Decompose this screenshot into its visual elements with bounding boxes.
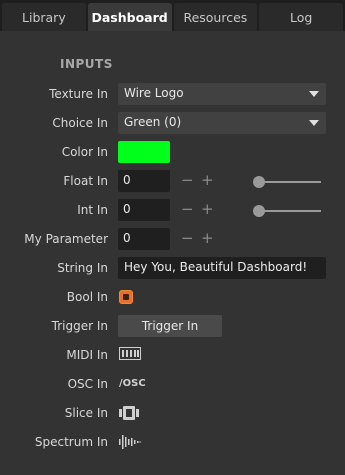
float-input[interactable]: 0 (118, 170, 170, 192)
midi-row: MIDI In (0, 344, 345, 368)
osc-label: OSC In (67, 377, 108, 391)
string-input[interactable]: Hey You, Beautiful Dashboard! (118, 257, 326, 279)
color-label: Color In (61, 145, 108, 159)
int-row: Int In 0 − + (0, 199, 345, 223)
trigger-label: Trigger In (51, 319, 108, 333)
midi-label: MIDI In (66, 348, 108, 362)
color-swatch[interactable] (118, 141, 170, 163)
choice-row: Choice In Green (0) (0, 112, 345, 136)
texture-select[interactable]: Wire Logo (118, 83, 326, 105)
my-parameter-input[interactable]: 0 (118, 228, 170, 250)
tab-resources[interactable]: Resources (173, 3, 258, 31)
bool-row: Bool In (0, 286, 345, 310)
section-title: INPUTS (60, 57, 113, 71)
string-label: String In (57, 261, 108, 275)
string-row: String In Hey You, Beautiful Dashboard! (0, 257, 345, 281)
chevron-down-icon (309, 91, 319, 97)
bool-label: Bool In (66, 290, 108, 304)
choice-select[interactable]: Green (0) (118, 112, 326, 134)
int-slider-track[interactable] (259, 210, 321, 212)
float-decrement-button[interactable]: − (181, 172, 194, 188)
slice-row: Slice In (0, 402, 345, 426)
osc-icon: /OSC (119, 378, 146, 389)
trigger-button[interactable]: Trigger In (118, 315, 222, 337)
float-label: Float In (63, 174, 108, 188)
my-parameter-decrement-button[interactable]: − (181, 230, 194, 246)
spectrum-label: Spectrum In (34, 435, 108, 449)
texture-value: Wire Logo (124, 86, 184, 100)
tab-dashboard[interactable]: Dashboard (87, 3, 172, 31)
texture-row: Texture In Wire Logo (0, 83, 345, 107)
float-slider-handle[interactable] (253, 176, 265, 188)
slice-label: Slice In (64, 406, 108, 420)
my-parameter-label: My Parameter (24, 232, 108, 246)
chevron-down-icon (309, 120, 319, 126)
spectrum-row: Spectrum In (0, 431, 345, 455)
int-input[interactable]: 0 (118, 199, 170, 221)
tab-log[interactable]: Log (259, 3, 343, 31)
choice-value: Green (0) (124, 115, 182, 129)
int-increment-button[interactable]: + (201, 201, 214, 217)
int-label: Int In (77, 203, 108, 217)
texture-label: Texture In (49, 87, 108, 101)
int-decrement-button[interactable]: − (181, 201, 194, 217)
my-parameter-row: My Parameter 0 − + (0, 228, 345, 252)
slice-icon (119, 406, 139, 420)
my-parameter-increment-button[interactable]: + (201, 230, 214, 246)
float-increment-button[interactable]: + (201, 172, 214, 188)
bool-toggle[interactable] (119, 290, 133, 304)
float-row: Float In 0 − + (0, 170, 345, 194)
dashboard-panel: INPUTS Texture In Wire Logo Choice In Gr… (0, 31, 345, 475)
midi-icon (119, 347, 141, 360)
tab-library[interactable]: Library (2, 3, 86, 31)
color-row: Color In (0, 141, 345, 165)
choice-label: Choice In (52, 116, 108, 130)
trigger-row: Trigger In Trigger In (0, 315, 345, 339)
spectrum-icon (119, 435, 141, 449)
tab-bar: Library Dashboard Resources Log (0, 0, 345, 31)
float-slider-track[interactable] (259, 181, 321, 183)
osc-row: OSC In /OSC (0, 373, 345, 397)
int-slider-handle[interactable] (253, 205, 265, 217)
